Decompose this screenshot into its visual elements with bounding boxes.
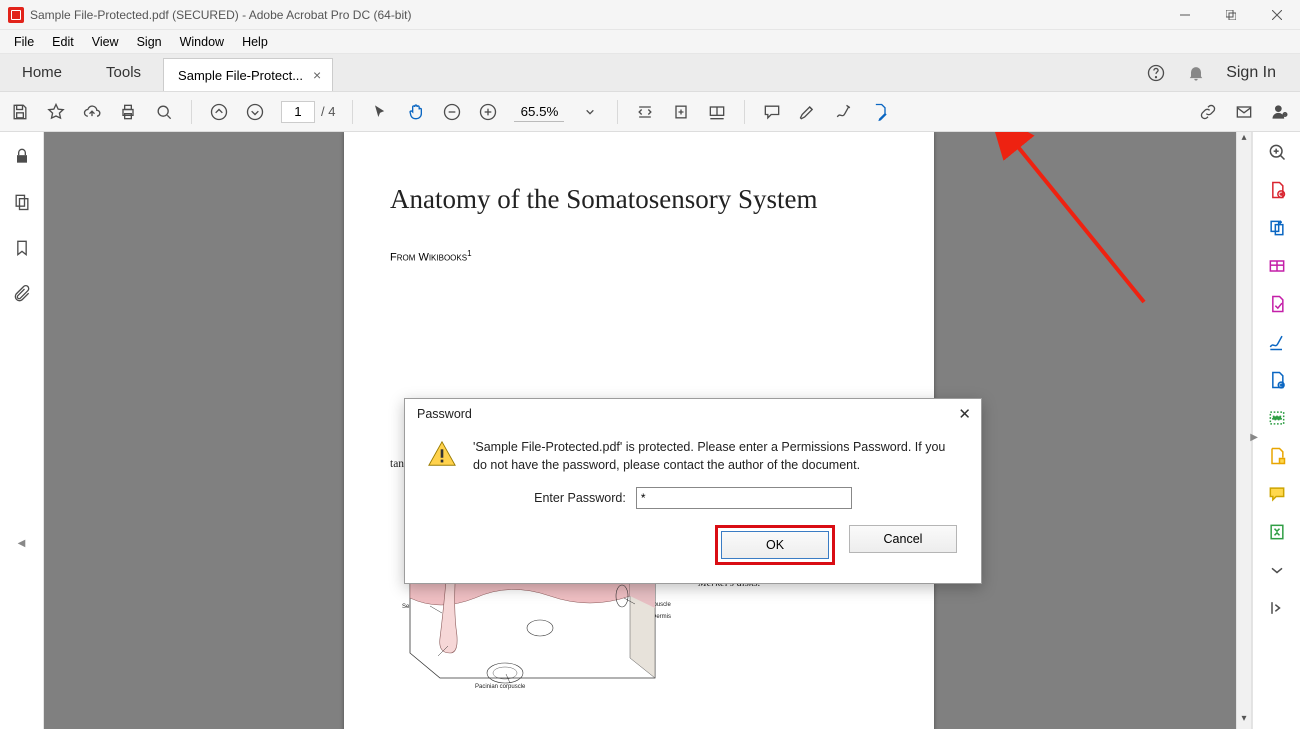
window-maximize-button[interactable] — [1208, 0, 1254, 30]
document-source-line: From Wikibooks1 — [344, 223, 934, 264]
star-icon[interactable] — [46, 102, 66, 122]
password-label: Enter Password: — [534, 491, 626, 505]
sign-tool-icon[interactable] — [1267, 332, 1287, 352]
print-icon[interactable] — [118, 102, 138, 122]
document-canvas[interactable]: Anatomy of the Somatosensory System From… — [44, 132, 1236, 729]
email-icon[interactable] — [1234, 102, 1254, 122]
export-pdf-icon[interactable] — [1267, 294, 1287, 314]
menu-edit[interactable]: Edit — [44, 33, 82, 51]
edit-pdf-icon[interactable] — [870, 102, 890, 122]
acrobat-app-icon — [8, 7, 24, 23]
combine-files-icon[interactable] — [1267, 218, 1287, 238]
ok-button-highlight: OK — [715, 525, 835, 565]
main-toolbar: / 4 — [0, 92, 1300, 132]
zoom-in-icon[interactable] — [478, 102, 498, 122]
document-tab-label: Sample File-Protect... — [178, 68, 303, 83]
window-close-button[interactable] — [1254, 0, 1300, 30]
menu-view[interactable]: View — [84, 33, 127, 51]
workspace: ◀ Anatomy of the Somatosensory System Fr… — [0, 132, 1300, 729]
toolbar-separator — [744, 100, 745, 124]
right-rail-collapse-handle[interactable]: ▶ — [1250, 432, 1258, 443]
more-tools-icon[interactable] — [1267, 560, 1287, 580]
menu-help[interactable]: Help — [234, 33, 276, 51]
read-mode-icon[interactable] — [707, 102, 727, 122]
collapse-right-rail-icon[interactable] — [1267, 598, 1287, 618]
right-tools-rail: ▶ — [1252, 132, 1300, 729]
vertical-scrollbar[interactable]: ▴ ▾ — [1236, 132, 1252, 729]
page-up-icon[interactable] — [209, 102, 229, 122]
lock-icon[interactable] — [12, 146, 32, 166]
scroll-up-icon[interactable]: ▴ — [1241, 132, 1246, 148]
page-total-label: / 4 — [321, 104, 335, 119]
search-tools-icon[interactable] — [1267, 142, 1287, 162]
document-tab[interactable]: Sample File-Protect... × — [163, 58, 333, 91]
dialog-title-label: Password — [417, 407, 472, 421]
window-title: Sample File-Protected.pdf (SECURED) - Ad… — [30, 8, 411, 22]
menu-sign[interactable]: Sign — [129, 33, 170, 51]
password-dialog: Password ✕ 'Sample File-Protected.pdf' i… — [404, 398, 982, 584]
menu-window[interactable]: Window — [172, 33, 232, 51]
left-nav-rail: ◀ — [0, 132, 44, 729]
page-indicator: / 4 — [281, 101, 335, 123]
menubar: File Edit View Sign Window Help — [0, 30, 1300, 54]
select-tool-icon[interactable] — [370, 102, 390, 122]
window-titlebar: Sample File-Protected.pdf (SECURED) - Ad… — [0, 0, 1300, 30]
fit-page-icon[interactable] — [671, 102, 691, 122]
share-people-icon[interactable] — [1270, 102, 1290, 122]
page-down-icon[interactable] — [245, 102, 265, 122]
cloud-upload-icon[interactable] — [82, 102, 102, 122]
save-icon[interactable] — [10, 102, 30, 122]
scroll-down-icon[interactable]: ▾ — [1241, 713, 1246, 729]
zoom-value-input[interactable] — [514, 102, 564, 122]
comment-icon[interactable] — [762, 102, 782, 122]
bookmark-icon[interactable] — [12, 238, 32, 258]
dialog-titlebar: Password ✕ — [405, 399, 981, 429]
bell-icon[interactable] — [1186, 63, 1206, 83]
sign-pen-icon[interactable] — [834, 102, 854, 122]
tab-home[interactable]: Home — [0, 54, 84, 91]
window-minimize-button[interactable] — [1162, 0, 1208, 30]
comment-tool-icon[interactable] — [1267, 484, 1287, 504]
zoom-dropdown-icon[interactable] — [580, 102, 600, 122]
highlight-icon[interactable] — [798, 102, 818, 122]
share-link-icon[interactable] — [1198, 102, 1218, 122]
toolbar-separator — [617, 100, 618, 124]
help-icon[interactable] — [1146, 63, 1166, 83]
tab-row: Home Tools Sample File-Protect... × Sign… — [0, 54, 1300, 92]
dialog-close-icon[interactable]: ✕ — [958, 405, 971, 423]
annotation-arrow — [984, 132, 1204, 322]
page-number-input[interactable] — [281, 101, 315, 123]
toolbar-separator — [191, 100, 192, 124]
toolbar-separator — [352, 100, 353, 124]
password-input[interactable] — [636, 487, 852, 509]
search-zoom-icon[interactable] — [154, 102, 174, 122]
protect-icon[interactable] — [1267, 446, 1287, 466]
compress-icon[interactable] — [1267, 522, 1287, 542]
create-pdf-icon[interactable] — [1267, 180, 1287, 200]
svg-text:Pacinian corpuscle: Pacinian corpuscle — [475, 684, 526, 690]
zoom-out-icon[interactable] — [442, 102, 462, 122]
attachment-icon[interactable] — [12, 284, 32, 304]
footnote: 1 The following description is based on … — [344, 713, 934, 729]
dialog-message: 'Sample File-Protected.pdf' is protected… — [473, 439, 959, 475]
menu-file[interactable]: File — [6, 33, 42, 51]
tab-tools[interactable]: Tools — [84, 54, 163, 91]
left-rail-collapse-icon[interactable]: ◀ — [18, 538, 26, 729]
hand-tool-icon[interactable] — [406, 102, 426, 122]
redact-icon[interactable] — [1267, 408, 1287, 428]
thumbnails-icon[interactable] — [12, 192, 32, 212]
fit-width-icon[interactable] — [635, 102, 655, 122]
organize-pages-icon[interactable] — [1267, 370, 1287, 390]
cancel-button[interactable]: Cancel — [849, 525, 957, 553]
document-heading: Anatomy of the Somatosensory System — [344, 132, 934, 223]
ok-button[interactable]: OK — [721, 531, 829, 559]
warning-icon — [427, 439, 459, 475]
document-tab-close-icon[interactable]: × — [313, 67, 321, 83]
edit-text-icon[interactable] — [1267, 256, 1287, 276]
sign-in-link[interactable]: Sign In — [1226, 64, 1276, 82]
